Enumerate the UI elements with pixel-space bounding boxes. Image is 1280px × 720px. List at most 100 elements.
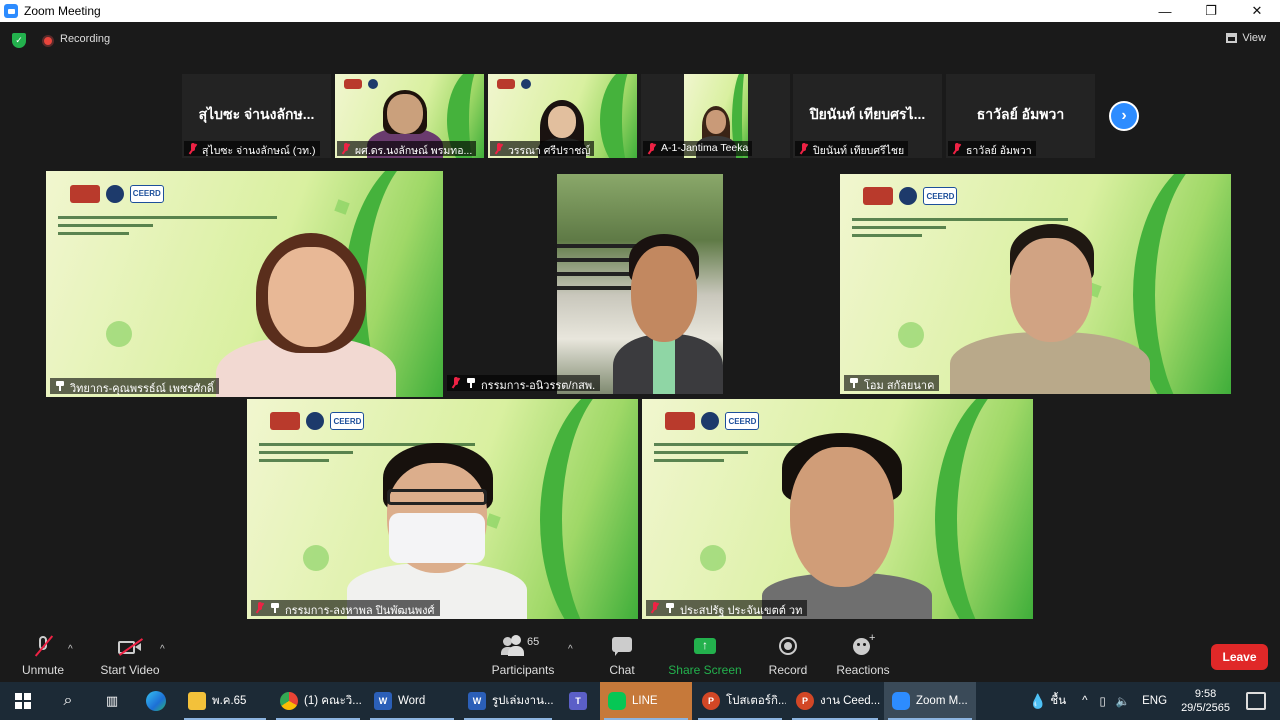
- video-tile[interactable]: CEERD กรรมการ-ลงหาพล ปินพัฒนพงศ์: [247, 399, 638, 619]
- leave-button[interactable]: Leave: [1211, 644, 1268, 670]
- volume-icon[interactable]: 🔈: [1116, 694, 1130, 708]
- thumbnail-tile[interactable]: วรรณา ศรีปราชญ์: [488, 74, 637, 158]
- record-icon: [776, 636, 800, 658]
- task-view-icon[interactable]: ▥: [90, 682, 134, 720]
- taskbar-item[interactable]: P งาน Ceed...: [788, 682, 882, 720]
- view-button[interactable]: View: [1226, 32, 1266, 44]
- taskbar-item[interactable]: LINE: [600, 682, 692, 720]
- mic-muted-icon: [31, 635, 55, 658]
- rmutt-logo: [665, 412, 696, 431]
- share-screen-button[interactable]: ↑ Share Screen: [668, 628, 742, 682]
- zoom-app-icon: [4, 4, 18, 18]
- mic-muted-icon: [952, 143, 962, 154]
- record-button[interactable]: Record: [766, 628, 810, 682]
- minimize-button[interactable]: —: [1142, 0, 1188, 22]
- participant-label: กรรมการ-ลงหาพล ปินพัฒนพงศ์: [251, 600, 440, 617]
- video-tile[interactable]: CEERD โอม สกัลยนาค: [840, 174, 1231, 394]
- window-titlebar: Zoom Meeting — ❐ ✕: [0, 0, 1280, 22]
- taskbar-item[interactable]: W รูปเล่มงาน...: [460, 682, 556, 720]
- participant-label: ประสปรัฐ ประจันเขตต์ วท: [646, 600, 808, 617]
- mic-muted-icon: [255, 602, 265, 613]
- zoom-icon: [892, 692, 910, 710]
- recording-label: Recording: [60, 33, 111, 45]
- pin-icon: [271, 603, 279, 613]
- taskbar-item[interactable]: P โปสเตอร์กิ...: [694, 682, 786, 720]
- chevron-right-icon[interactable]: ›: [1109, 101, 1139, 131]
- participant-label: โอม สกัลยนาค: [844, 375, 940, 392]
- edge-icon[interactable]: [134, 682, 178, 720]
- humidity-icon: 💧: [1028, 692, 1047, 709]
- folder-icon: [188, 692, 206, 710]
- participant-video: [950, 224, 1150, 394]
- video-options-caret[interactable]: ^: [160, 644, 165, 655]
- start-video-button[interactable]: Start Video: [98, 628, 162, 682]
- video-tile[interactable]: กรรมการ-อนิวรรต/กสพ.: [443, 174, 840, 394]
- participant-label: วรรณา ศรีปราชญ์: [490, 141, 595, 156]
- share-screen-icon: ↑: [693, 636, 717, 658]
- thumbnail-tile[interactable]: ปิยนันท์ เทียบศรไ... ปิยนันท์ เทียบศรีไช…: [793, 74, 942, 158]
- taskbar-item[interactable]: พ.ค.65: [180, 682, 270, 720]
- reactions-button[interactable]: + Reactions: [836, 628, 890, 682]
- participant-name-placeholder: สุไบซะ จ่านงลักษ...: [198, 106, 315, 122]
- chevron-up-icon[interactable]: ^: [1082, 695, 1087, 707]
- video-tile-active-speaker[interactable]: CEERD วิทยากร-คุณพรรธ์ณ์ เพชรศักดิ์: [46, 171, 443, 397]
- mic-muted-icon: [647, 143, 657, 154]
- ceerd-logo: CEERD: [725, 412, 760, 431]
- participants-options-caret[interactable]: ^: [568, 644, 573, 655]
- video-tile[interactable]: CEERD ประสปรัฐ ประจันเขตต์ วท: [642, 399, 1033, 619]
- mic-muted-icon: [188, 143, 198, 154]
- participant-name-placeholder: ธาวัลย์ อัมพวา: [976, 106, 1065, 122]
- meeting-header: ✓ Recording View: [0, 22, 1280, 60]
- word-icon: W: [468, 692, 486, 710]
- participants-icon: 65: [501, 635, 545, 658]
- participant-name-placeholder: ปิยนันท์ เทียบศรไ...: [809, 106, 926, 122]
- line-icon: [608, 692, 626, 710]
- taskbar-item[interactable]: (1) คณะวิ...: [272, 682, 364, 720]
- rmutt-logo: [69, 184, 100, 203]
- search-icon[interactable]: ⌕: [46, 682, 90, 720]
- notifications-icon[interactable]: [1246, 692, 1266, 710]
- system-tray: 💧 ชื้น ^ ▯ 🔈 ENG 9:58 29/5/2565: [1029, 682, 1280, 720]
- participant-label: ผศ.ดร.นงลักษณ์ พรมทอ...: [337, 141, 477, 156]
- ceerd-logo: CEERD: [330, 412, 365, 431]
- view-label: View: [1242, 32, 1266, 44]
- chat-button[interactable]: Chat: [604, 628, 640, 682]
- participants-button[interactable]: 65 Participants: [490, 628, 556, 682]
- participant-count: 65: [527, 636, 540, 648]
- mic-muted-icon: [494, 143, 504, 154]
- taskbar-item-active[interactable]: Zoom M...: [884, 682, 976, 720]
- close-button[interactable]: ✕: [1234, 0, 1280, 22]
- start-button[interactable]: [0, 682, 46, 720]
- powerpoint-icon: P: [702, 692, 720, 710]
- thumbnail-tile[interactable]: ผศ.ดร.นงลักษณ์ พรมทอ...: [335, 74, 484, 158]
- weather-label[interactable]: ชื้น: [1050, 692, 1066, 710]
- rmutt-logo: [270, 412, 301, 431]
- participant-video: [206, 227, 406, 397]
- rmutt-logo: [863, 187, 894, 206]
- participant-label: กรรมการ-อนิวรรต/กสพ.: [447, 375, 601, 392]
- powerpoint-icon: P: [796, 692, 814, 710]
- chat-icon: [610, 636, 634, 658]
- unmute-button[interactable]: Unmute: [14, 628, 72, 682]
- pin-icon: [666, 603, 674, 613]
- pin-icon: [56, 381, 64, 391]
- chrome-icon: [280, 692, 298, 710]
- language-indicator[interactable]: ENG: [1142, 695, 1167, 707]
- maximize-button[interactable]: ❐: [1188, 0, 1234, 22]
- teams-icon[interactable]: T: [558, 682, 598, 720]
- mic-muted-icon: [650, 602, 660, 613]
- audio-options-caret[interactable]: ^: [68, 644, 73, 655]
- participant-video: [347, 443, 527, 619]
- participant-label: ปิยนันท์ เทียบศรีไชย: [795, 141, 909, 156]
- thumbnail-tile[interactable]: สุไบซะ จ่านงลักษ... สุไบซะ จ่านงลักษณ์ (…: [182, 74, 331, 158]
- taskbar-item[interactable]: W Word: [366, 682, 458, 720]
- battery-icon[interactable]: ▯: [1099, 694, 1105, 708]
- participant-video: [762, 433, 932, 619]
- encryption-shield-icon[interactable]: ✓: [12, 33, 26, 48]
- mic-muted-icon: [799, 143, 809, 154]
- clock[interactable]: 9:58 29/5/2565: [1181, 687, 1230, 715]
- thumbnail-tile[interactable]: A-1-Jantima Teeka: [641, 74, 790, 158]
- windows-logo-icon: [15, 693, 31, 709]
- video-feed: [557, 174, 723, 394]
- thumbnail-tile[interactable]: ธาวัลย์ อัมพวา ธาวัลย์ อัมพวา: [946, 74, 1095, 158]
